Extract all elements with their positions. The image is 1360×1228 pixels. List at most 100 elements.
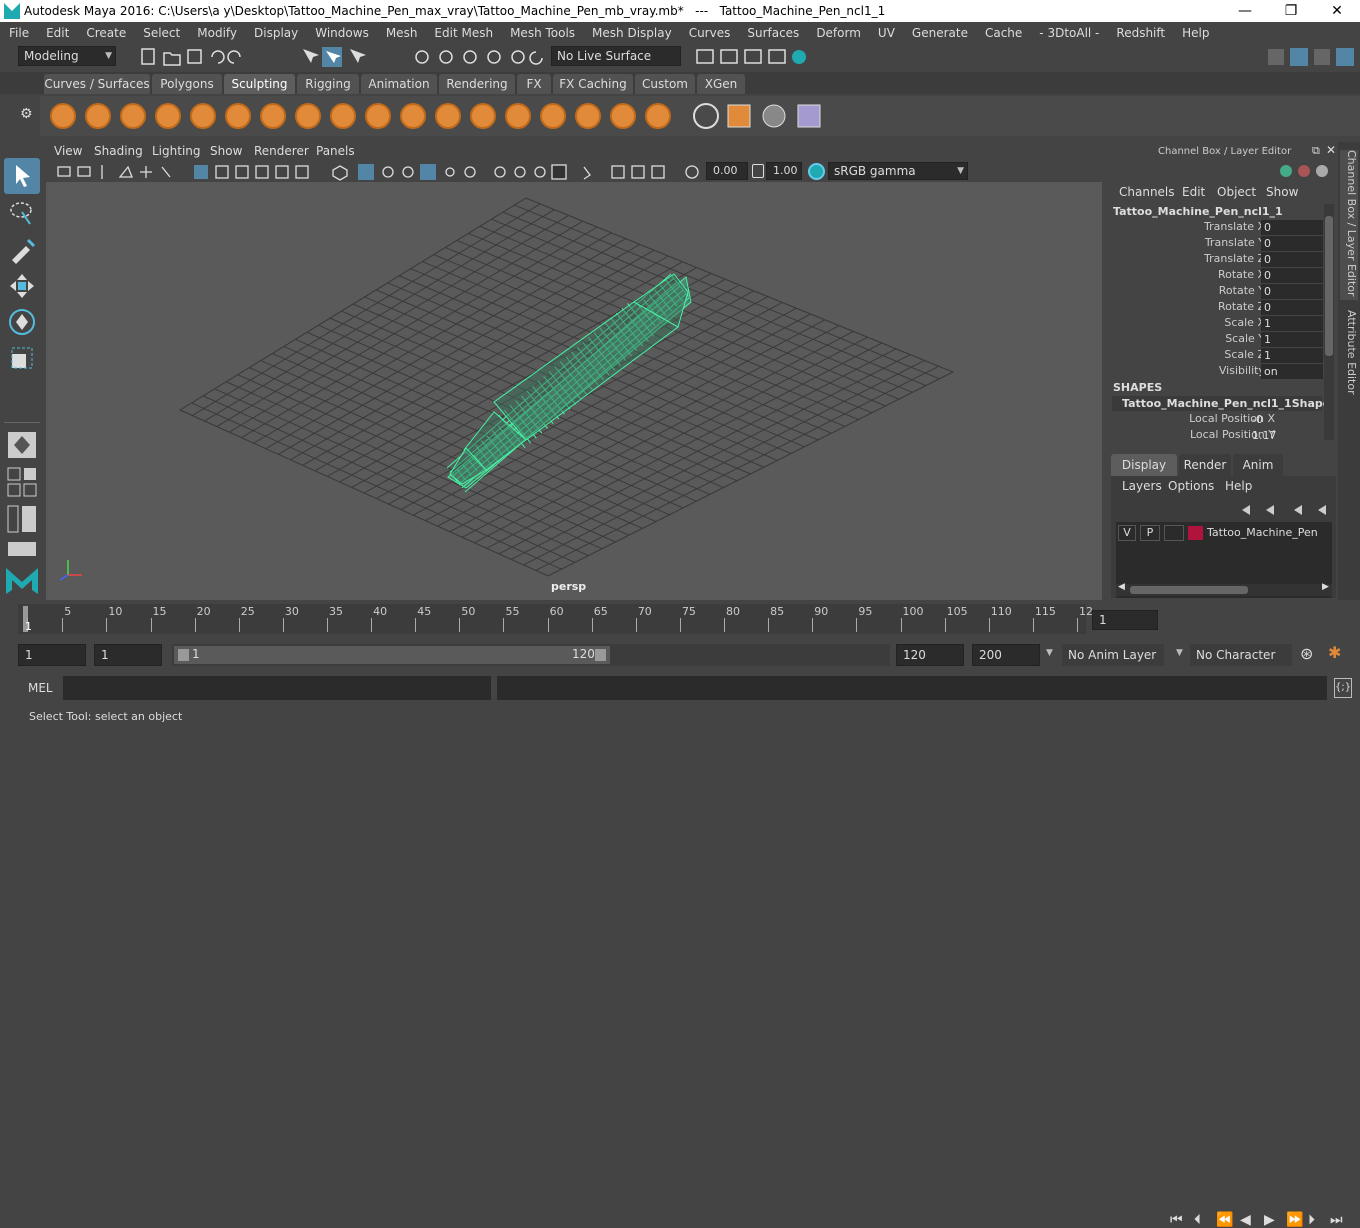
move-tool-icon[interactable] xyxy=(6,270,38,302)
minimize-button[interactable]: — xyxy=(1222,0,1268,22)
command-input[interactable] xyxy=(63,676,491,700)
script-language-label[interactable]: MEL xyxy=(28,681,53,695)
attr-rotate-x[interactable]: Rotate X0 xyxy=(1108,268,1323,284)
foamy-tool-icon[interactable] xyxy=(260,103,286,129)
flatten-tool-icon[interactable] xyxy=(225,103,251,129)
attr-scale-z[interactable]: Scale Z1 xyxy=(1108,348,1323,364)
viewport-scene[interactable] xyxy=(46,182,1102,600)
layer-action-icons[interactable] xyxy=(1238,498,1333,516)
auto-key-icon[interactable]: ⊛ xyxy=(1300,644,1313,663)
character-set-dropdown[interactable]: No Character Set xyxy=(1190,644,1292,684)
menu-select[interactable]: Select xyxy=(134,26,188,40)
file-tools-icons[interactable] xyxy=(140,47,260,67)
layer-reference-toggle[interactable] xyxy=(1164,525,1184,541)
tab-sculpting[interactable]: Sculpting xyxy=(224,74,295,94)
range-handle-start[interactable] xyxy=(178,649,189,661)
tab-custom[interactable]: Custom xyxy=(635,74,695,94)
menu-curves[interactable]: Curves xyxy=(680,26,739,40)
script-editor-icon[interactable]: {;} xyxy=(1334,678,1352,698)
anim-prefs-icon[interactable]: ✱ xyxy=(1328,643,1341,662)
viewport-tool-icons[interactable] xyxy=(56,163,706,181)
side-tab-channel-box[interactable]: Channel Box / Layer Editor xyxy=(1340,150,1358,300)
menu-display[interactable]: Display xyxy=(245,26,306,40)
wax-tool-icon[interactable] xyxy=(400,103,426,129)
vp-menu-panels[interactable]: Panels xyxy=(316,144,355,158)
color-space-dropdown[interactable]: sRGB gamma ▼ xyxy=(828,162,968,180)
amplify-tool-icon[interactable] xyxy=(610,103,636,129)
menu-edit-mesh[interactable]: Edit Mesh xyxy=(425,26,501,40)
channel-scroll-thumb[interactable] xyxy=(1325,216,1333,356)
tab-polygons[interactable]: Polygons xyxy=(152,74,222,94)
smooth-tool-icon[interactable] xyxy=(85,103,111,129)
menu-redshift[interactable]: Redshift xyxy=(1107,26,1173,40)
vp-menu-lighting[interactable]: Lighting xyxy=(152,144,201,158)
scroll-left-icon[interactable]: ◀ xyxy=(1118,582,1125,592)
render-icons[interactable] xyxy=(695,46,810,68)
step-back-key-icon[interactable]: ⏪ xyxy=(1216,1212,1233,1228)
side-tab-attribute-editor[interactable]: Attribute Editor xyxy=(1340,310,1358,400)
cb-menu-channels[interactable]: Channels xyxy=(1119,185,1175,199)
close-panel-icon[interactable]: ✕ xyxy=(1326,143,1336,157)
repeat-tool-icon[interactable] xyxy=(330,103,356,129)
workspace-icons[interactable] xyxy=(1266,46,1358,68)
smear-tool-icon[interactable] xyxy=(540,103,566,129)
attr-translate-x[interactable]: Translate X0 xyxy=(1108,220,1323,236)
attr-scale-x[interactable]: Scale X1 xyxy=(1108,316,1323,332)
attr-local-position-y[interactable]: Local Position Y 1.17 xyxy=(1108,428,1323,444)
channel-box-mode-icons[interactable] xyxy=(1278,162,1333,180)
menu-edit[interactable]: Edit xyxy=(37,26,77,40)
menu-mesh-display[interactable]: Mesh Display xyxy=(583,26,680,40)
tab-animation[interactable]: Animation xyxy=(361,74,437,94)
cb-menu-edit[interactable]: Edit xyxy=(1182,185,1205,199)
perspective-viewport[interactable]: persp xyxy=(46,182,1102,600)
menu-modify[interactable]: Modify xyxy=(188,26,245,40)
freeze-tool-icon[interactable] xyxy=(645,103,671,129)
tab-curves-surfaces[interactable]: Curves / Surfaces xyxy=(44,74,150,94)
go-to-end-icon[interactable]: ⏭ xyxy=(1330,1212,1343,1228)
gamma-field[interactable]: 1.00 xyxy=(766,162,802,180)
attr-scale-y[interactable]: Scale Y1 xyxy=(1108,332,1323,348)
layout-presets-icon[interactable] xyxy=(6,466,38,498)
menu-file[interactable]: File xyxy=(0,26,37,40)
sculpt-tool-icon[interactable] xyxy=(50,103,76,129)
fill-tool-icon[interactable] xyxy=(470,103,496,129)
menu-windows[interactable]: Windows xyxy=(306,26,377,40)
menu-3dtoall[interactable]: - 3DtoAll - xyxy=(1030,26,1107,40)
vp-menu-shading[interactable]: Shading xyxy=(94,144,143,158)
layer-playback-toggle[interactable]: P xyxy=(1140,525,1160,541)
tab-fx[interactable]: FX xyxy=(517,74,551,94)
layer-menu-layers[interactable]: Layers xyxy=(1122,479,1162,493)
attr-rotate-z[interactable]: Rotate Z0 xyxy=(1108,300,1323,316)
layer-name[interactable]: Tattoo_Machine_Pen xyxy=(1207,526,1318,539)
vp-menu-show[interactable]: Show xyxy=(210,144,242,158)
range-handle-end[interactable] xyxy=(595,649,606,661)
layer-h-scrollbar[interactable]: ◀ ▶ xyxy=(1116,582,1332,596)
rotate-tool-icon[interactable] xyxy=(6,306,38,338)
scrape-tool-icon[interactable] xyxy=(435,103,461,129)
vp-menu-view[interactable]: View xyxy=(54,144,82,158)
tab-display-layers[interactable]: Display xyxy=(1111,454,1177,476)
attr-rotate-y[interactable]: Rotate Y0 xyxy=(1108,284,1323,300)
snap-icons[interactable] xyxy=(412,46,552,68)
menu-generate[interactable]: Generate xyxy=(903,26,976,40)
layer-color-swatch[interactable] xyxy=(1188,526,1203,540)
outliner-layout-icon[interactable] xyxy=(6,504,38,536)
step-forward-key-icon[interactable]: ⏩ xyxy=(1286,1212,1303,1228)
vp-menu-renderer[interactable]: Renderer xyxy=(254,144,309,158)
tab-xgen[interactable]: XGen xyxy=(697,74,745,94)
channel-scrollbar[interactable] xyxy=(1324,204,1334,440)
layer-visibility-toggle[interactable]: V xyxy=(1118,525,1136,541)
attr-visibility[interactable]: Visibility on xyxy=(1108,364,1323,380)
relax-tool-icon[interactable] xyxy=(120,103,146,129)
layer-scroll-thumb[interactable] xyxy=(1130,586,1248,594)
maximize-button[interactable]: ❐ xyxy=(1268,0,1314,22)
range-bar[interactable]: 1 120 xyxy=(174,646,610,664)
spray-tool-icon[interactable] xyxy=(295,103,321,129)
gamma-icon[interactable] xyxy=(752,164,764,178)
pinch-tool-icon[interactable] xyxy=(190,103,216,129)
menu-cache[interactable]: Cache xyxy=(976,26,1030,40)
menu-mesh[interactable]: Mesh xyxy=(377,26,426,40)
layer-menu-help[interactable]: Help xyxy=(1225,479,1252,493)
knife-tool-icon[interactable] xyxy=(505,103,531,129)
tab-fx-caching[interactable]: FX Caching xyxy=(553,74,633,94)
